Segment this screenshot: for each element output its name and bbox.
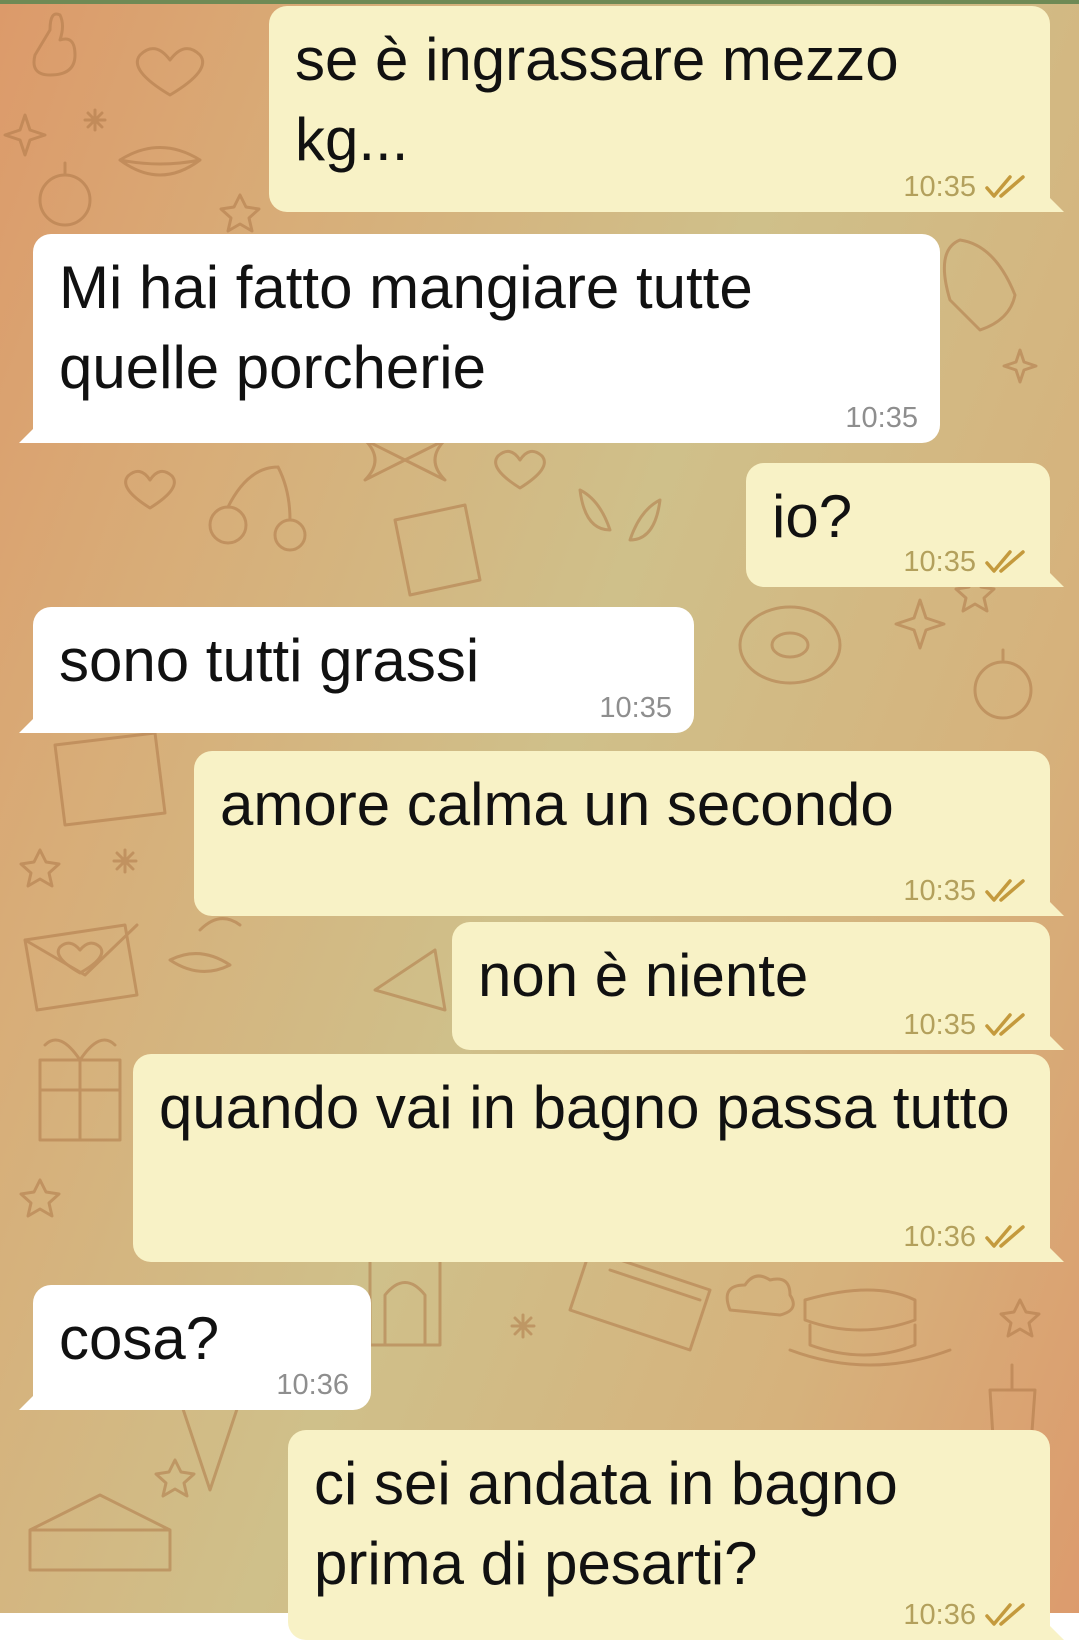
- message-meta: 10:35: [845, 403, 918, 433]
- message-meta: 10:35: [903, 547, 1028, 577]
- read-checks-icon: [985, 550, 1025, 573]
- message-bubble-incoming[interactable]: sono tutti grassi 10:35: [19, 607, 694, 733]
- message-bubble-outgoing[interactable]: non è niente 10:35: [452, 922, 1064, 1050]
- fireplace-doodle: [368, 1253, 442, 1347]
- party-popper-doodle: [168, 917, 242, 973]
- donut-doodle: [738, 605, 842, 685]
- read-checks-icon: [985, 1013, 1025, 1036]
- message-text: io?: [772, 483, 853, 550]
- message-text: Mi hai fatto mangiare tutte quelle porch…: [59, 254, 770, 401]
- cherry-doodle: [208, 465, 307, 552]
- message-text: quando vai in bagno passa tutto: [159, 1074, 1010, 1141]
- message-text: non è niente: [478, 942, 809, 1009]
- holly-doodle: [578, 488, 662, 542]
- star-doodle-3: [19, 848, 61, 888]
- sparkle-doodle: [3, 113, 47, 157]
- message-bubble-outgoing[interactable]: ci sei andata in bagno prima di pesarti?…: [288, 1430, 1064, 1640]
- ornament-doodle-2: [973, 648, 1033, 720]
- message-meta: 10:36: [276, 1370, 349, 1400]
- message-meta: 10:35: [903, 172, 1028, 202]
- snowflake-doodle: [83, 108, 107, 132]
- ornament-doodle: [38, 161, 92, 227]
- gift-doodle: [38, 1038, 122, 1142]
- sparkle-doodle-2: [1002, 348, 1038, 384]
- bow-doodle: [363, 438, 447, 482]
- message-text: amore calma un secondo: [220, 771, 894, 838]
- message-meta: 10:35: [903, 1010, 1028, 1040]
- star-doodle-5: [999, 1298, 1041, 1338]
- message-time: 10:35: [599, 692, 672, 724]
- bunny-doodle: [32, 12, 77, 77]
- message-bubble-incoming[interactable]: cosa? 10:36: [19, 1285, 371, 1410]
- read-checks-icon: [985, 175, 1025, 198]
- message-bubble-outgoing[interactable]: io? 10:35: [746, 463, 1064, 587]
- photo-doodle: [393, 503, 482, 597]
- lips-doodle: [118, 146, 202, 177]
- message-time: 10:36: [276, 1369, 349, 1401]
- heart-doodle-2: [494, 449, 546, 490]
- sparkle-doodle-3: [894, 598, 946, 650]
- snowflake-doodle-3: [510, 1313, 536, 1339]
- heart-doodle-4: [56, 941, 104, 975]
- message-text: sono tutti grassi: [59, 627, 480, 694]
- message-time: 10:35: [903, 171, 976, 203]
- pancake-doodle: [788, 1288, 952, 1367]
- message-meta: 10:36: [903, 1222, 1028, 1252]
- star-doodle: [219, 193, 261, 233]
- heart-doodle: [135, 47, 205, 97]
- mitten-doodle: [942, 238, 1017, 332]
- cloud-doodle: [725, 1274, 795, 1317]
- message-bubble-outgoing[interactable]: se è ingrassare mezzo kg... 10:35: [269, 6, 1064, 212]
- message-text: cosa?: [59, 1305, 220, 1372]
- star-doodle-6: [154, 1458, 196, 1498]
- message-time: 10:36: [903, 1221, 976, 1253]
- message-bubble-outgoing[interactable]: amore calma un secondo 10:35: [194, 751, 1064, 916]
- message-meta: 10:35: [599, 693, 672, 723]
- envelope-doodle: [23, 923, 139, 1012]
- message-time: 10:35: [903, 875, 976, 907]
- message-meta: 10:35: [903, 876, 1028, 906]
- message-time: 10:36: [903, 1599, 976, 1631]
- message-time: 10:35: [903, 1009, 976, 1041]
- message-text: se è ingrassare mezzo kg...: [295, 26, 916, 173]
- message-bubble-outgoing[interactable]: quando vai in bagno passa tutto 10:36: [133, 1054, 1064, 1262]
- read-checks-icon: [985, 1603, 1025, 1626]
- message-text: ci sei andata in bagno prima di pesarti?: [314, 1450, 915, 1597]
- cake-doodle: [28, 1493, 172, 1572]
- message-time: 10:35: [845, 402, 918, 434]
- read-checks-icon: [985, 879, 1025, 902]
- pizza-doodle: [373, 948, 447, 1012]
- film-doodle: [568, 1248, 712, 1352]
- message-bubble-incoming[interactable]: Mi hai fatto mangiare tutte quelle porch…: [19, 234, 940, 443]
- message-meta: 10:36: [903, 1600, 1028, 1630]
- heart-doodle-3: [124, 469, 176, 510]
- star-doodle-4: [19, 1178, 61, 1218]
- read-checks-icon: [985, 1225, 1025, 1248]
- message-time: 10:35: [903, 546, 976, 578]
- snowflake-doodle-2: [112, 848, 138, 874]
